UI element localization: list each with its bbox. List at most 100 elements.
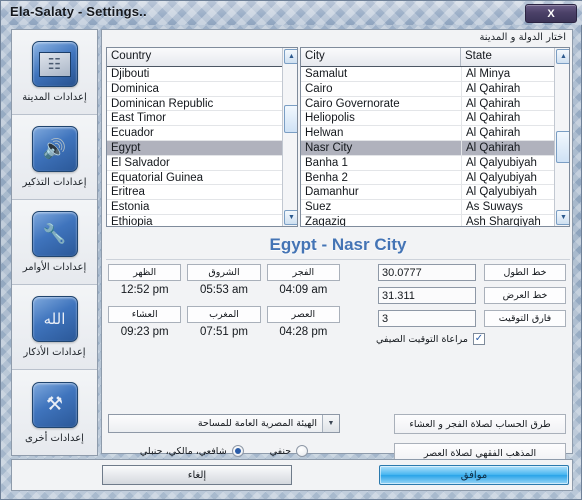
coordinate-input[interactable] xyxy=(378,264,476,281)
table-row[interactable]: Benha 2 Al Qalyubiyah xyxy=(301,170,569,186)
country-cell: East Timor xyxy=(111,112,166,125)
prayer-time: 07:51 pm xyxy=(200,326,248,338)
madhhab-radio-2[interactable]: شافعي، مالكي، حنبلي xyxy=(140,445,244,457)
coordinate-row: خط العرض xyxy=(376,287,566,304)
sidebar-item-1[interactable]: ☷ إعدادات المدينة xyxy=(12,30,97,115)
prayer-cell: العشاء 09:23 pm xyxy=(108,306,182,344)
footer-bar: إلغاء موافق xyxy=(11,459,573,491)
table-row[interactable]: Estonia xyxy=(107,200,297,215)
prayer-time: 09:23 pm xyxy=(120,326,169,338)
table-row[interactable]: Ethiopia xyxy=(107,215,297,227)
table-row[interactable]: Djibouti xyxy=(107,67,297,82)
prayer-cell: العصر 04:28 pm xyxy=(266,306,340,344)
sidebar: ☷ إعدادات المدينة 🔊 إعدادات التذكير 🔧 إعدادات… xyxy=(11,29,98,456)
coordinate-input[interactable] xyxy=(378,287,476,304)
table-row[interactable]: Nasr City Al Qahirah xyxy=(301,140,569,156)
table-row[interactable]: Suez As Suways xyxy=(301,200,569,215)
radio-button[interactable] xyxy=(296,445,309,457)
prayer-cell: الشروق 05:53 am xyxy=(187,264,261,302)
prayer-label: العصر xyxy=(266,306,340,323)
table-row[interactable]: Heliopolis Al Qahirah xyxy=(301,111,569,127)
scroll-thumb[interactable] xyxy=(284,105,297,133)
coordinate-label: خط الطول xyxy=(484,264,566,281)
city-scrollbar[interactable]: ▲ ▼ xyxy=(554,48,569,226)
tools-icon: ⚒ xyxy=(31,381,78,428)
close-button[interactable]: X xyxy=(525,4,577,23)
city-list-body: Samalut Al Minya Cairo Al Qahirah Cairo Gove… xyxy=(301,67,569,226)
city-listbox[interactable]: City State Samalut Al Minya Cairo Al Qahira… xyxy=(300,47,570,227)
table-row[interactable]: Helwan Al Qahirah xyxy=(301,126,569,141)
table-row[interactable]: Dominican Republic xyxy=(107,97,297,112)
table-row[interactable]: Cairo Governorate Al Qahirah xyxy=(301,96,569,112)
city-cell: Cairo Governorate xyxy=(305,97,400,110)
city-cell: Suez xyxy=(305,201,332,214)
country-cell: Djibouti xyxy=(111,68,150,80)
country-cell: Ecuador xyxy=(111,127,154,140)
main-panel: اختار الدولة و المدينة Country Djibouti D… xyxy=(101,29,573,463)
country-list-header: Country xyxy=(107,48,297,67)
city-cell: Damanhur xyxy=(305,186,359,199)
calculation-method-value: الهيئة المصرية العامة للمساحة xyxy=(197,418,317,429)
country-cell: Ethiopia xyxy=(111,215,153,227)
column-header-state: State xyxy=(461,48,556,66)
city-cell: Helwan xyxy=(305,127,344,140)
table-row[interactable]: Egypt xyxy=(107,140,297,156)
country-listbox[interactable]: Country Djibouti Dominica Dominican Republ… xyxy=(106,47,298,227)
country-list-body: Djibouti Dominica Dominican Republic East T… xyxy=(107,67,297,227)
radio-button[interactable] xyxy=(231,445,244,457)
table-row[interactable]: Cairo Al Qahirah xyxy=(301,81,569,97)
city-cell: Banha 1 xyxy=(305,156,348,169)
settings-window: Ela-Salaty - Settings.. X ☷ إعدادات المدي… xyxy=(0,0,582,500)
city-cell: Nasr City xyxy=(305,141,353,154)
scroll-down-icon[interactable]: ▼ xyxy=(556,210,569,225)
sidebar-item-2[interactable]: 🔊 إعدادات التذكير xyxy=(12,115,97,200)
country-cell: Egypt xyxy=(111,141,141,154)
table-row[interactable]: Damanhur Al Qalyubiyah xyxy=(301,185,569,201)
scroll-up-icon[interactable]: ▲ xyxy=(284,49,297,64)
table-row[interactable]: Dominica xyxy=(107,82,297,97)
coordinate-label: فارق التوقيت xyxy=(484,310,566,327)
state-cell: As Suways xyxy=(461,200,556,214)
scroll-down-icon[interactable]: ▼ xyxy=(284,210,297,225)
radio-label: شافعي، مالكي، حنبلي xyxy=(139,445,227,457)
prayer-label: الشروق xyxy=(187,264,261,281)
speaker-icon: 🔊 xyxy=(31,126,78,172)
calculation-method-select[interactable]: ▼ الهيئة المصرية العامة للمساحة xyxy=(108,414,340,433)
scroll-up-icon[interactable]: ▲ xyxy=(556,49,569,64)
country-cell: Estonia xyxy=(111,201,150,214)
sidebar-item-5[interactable]: ⚒ إعدادات أخرى xyxy=(12,370,97,455)
globe-icon: ☷ xyxy=(31,41,78,87)
sidebar-item-3[interactable]: 🔧 إعدادات الأوامر xyxy=(12,200,97,285)
ok-button[interactable]: موافق xyxy=(379,465,569,485)
city-cell: Heliopolis xyxy=(305,112,355,125)
chevron-down-icon[interactable]: ▼ xyxy=(322,415,339,432)
table-row[interactable]: El Salvador xyxy=(107,156,297,171)
table-row[interactable]: Equatorial Guinea xyxy=(107,171,297,186)
table-row[interactable]: Banha 1 Al Qalyubiyah xyxy=(301,155,569,171)
state-cell: Al Qahirah xyxy=(461,96,556,111)
state-cell: Al Qahirah xyxy=(461,111,556,126)
prayer-label: الظهر xyxy=(108,264,182,281)
table-row[interactable]: East Timor xyxy=(107,111,297,127)
dst-checkbox[interactable]: ✓ xyxy=(472,333,485,345)
allah-icon: الله xyxy=(31,296,78,342)
country-scrollbar[interactable]: ▲ ▼ xyxy=(282,48,297,226)
cancel-button[interactable]: إلغاء xyxy=(102,465,292,485)
scroll-thumb[interactable] xyxy=(556,131,569,163)
prayer-cell: الفجر 04:09 am xyxy=(266,264,340,302)
table-row[interactable]: Zagazig Ash Sharqiyah xyxy=(301,214,569,226)
table-row[interactable]: Ecuador xyxy=(107,126,297,141)
dst-label: مراعاة التوقيت الصيفي xyxy=(376,333,468,345)
wrench-icon: 🔧 xyxy=(31,211,78,257)
sidebar-item-4[interactable]: الله إعدادات الأذكار xyxy=(12,285,97,370)
table-row[interactable]: Eritrea xyxy=(107,185,297,201)
coordinate-row: خط الطول xyxy=(376,264,566,281)
dst-checkbox-row[interactable]: ✓ مراعاة التوقيت الصيفي xyxy=(376,333,566,345)
table-row[interactable]: Samalut Al Minya xyxy=(301,67,569,82)
sidebar-item-label: إعدادات التذكير xyxy=(22,177,87,188)
madhhab-radio-1[interactable]: حنفي xyxy=(270,445,309,457)
location-title: Egypt - Nasr City xyxy=(106,230,570,260)
coordinate-input[interactable] xyxy=(378,310,476,327)
column-header-country: Country xyxy=(107,48,284,66)
fajr-isha-method-button[interactable]: طرق الحساب لصلاة الفجر و العشاء xyxy=(394,414,566,434)
